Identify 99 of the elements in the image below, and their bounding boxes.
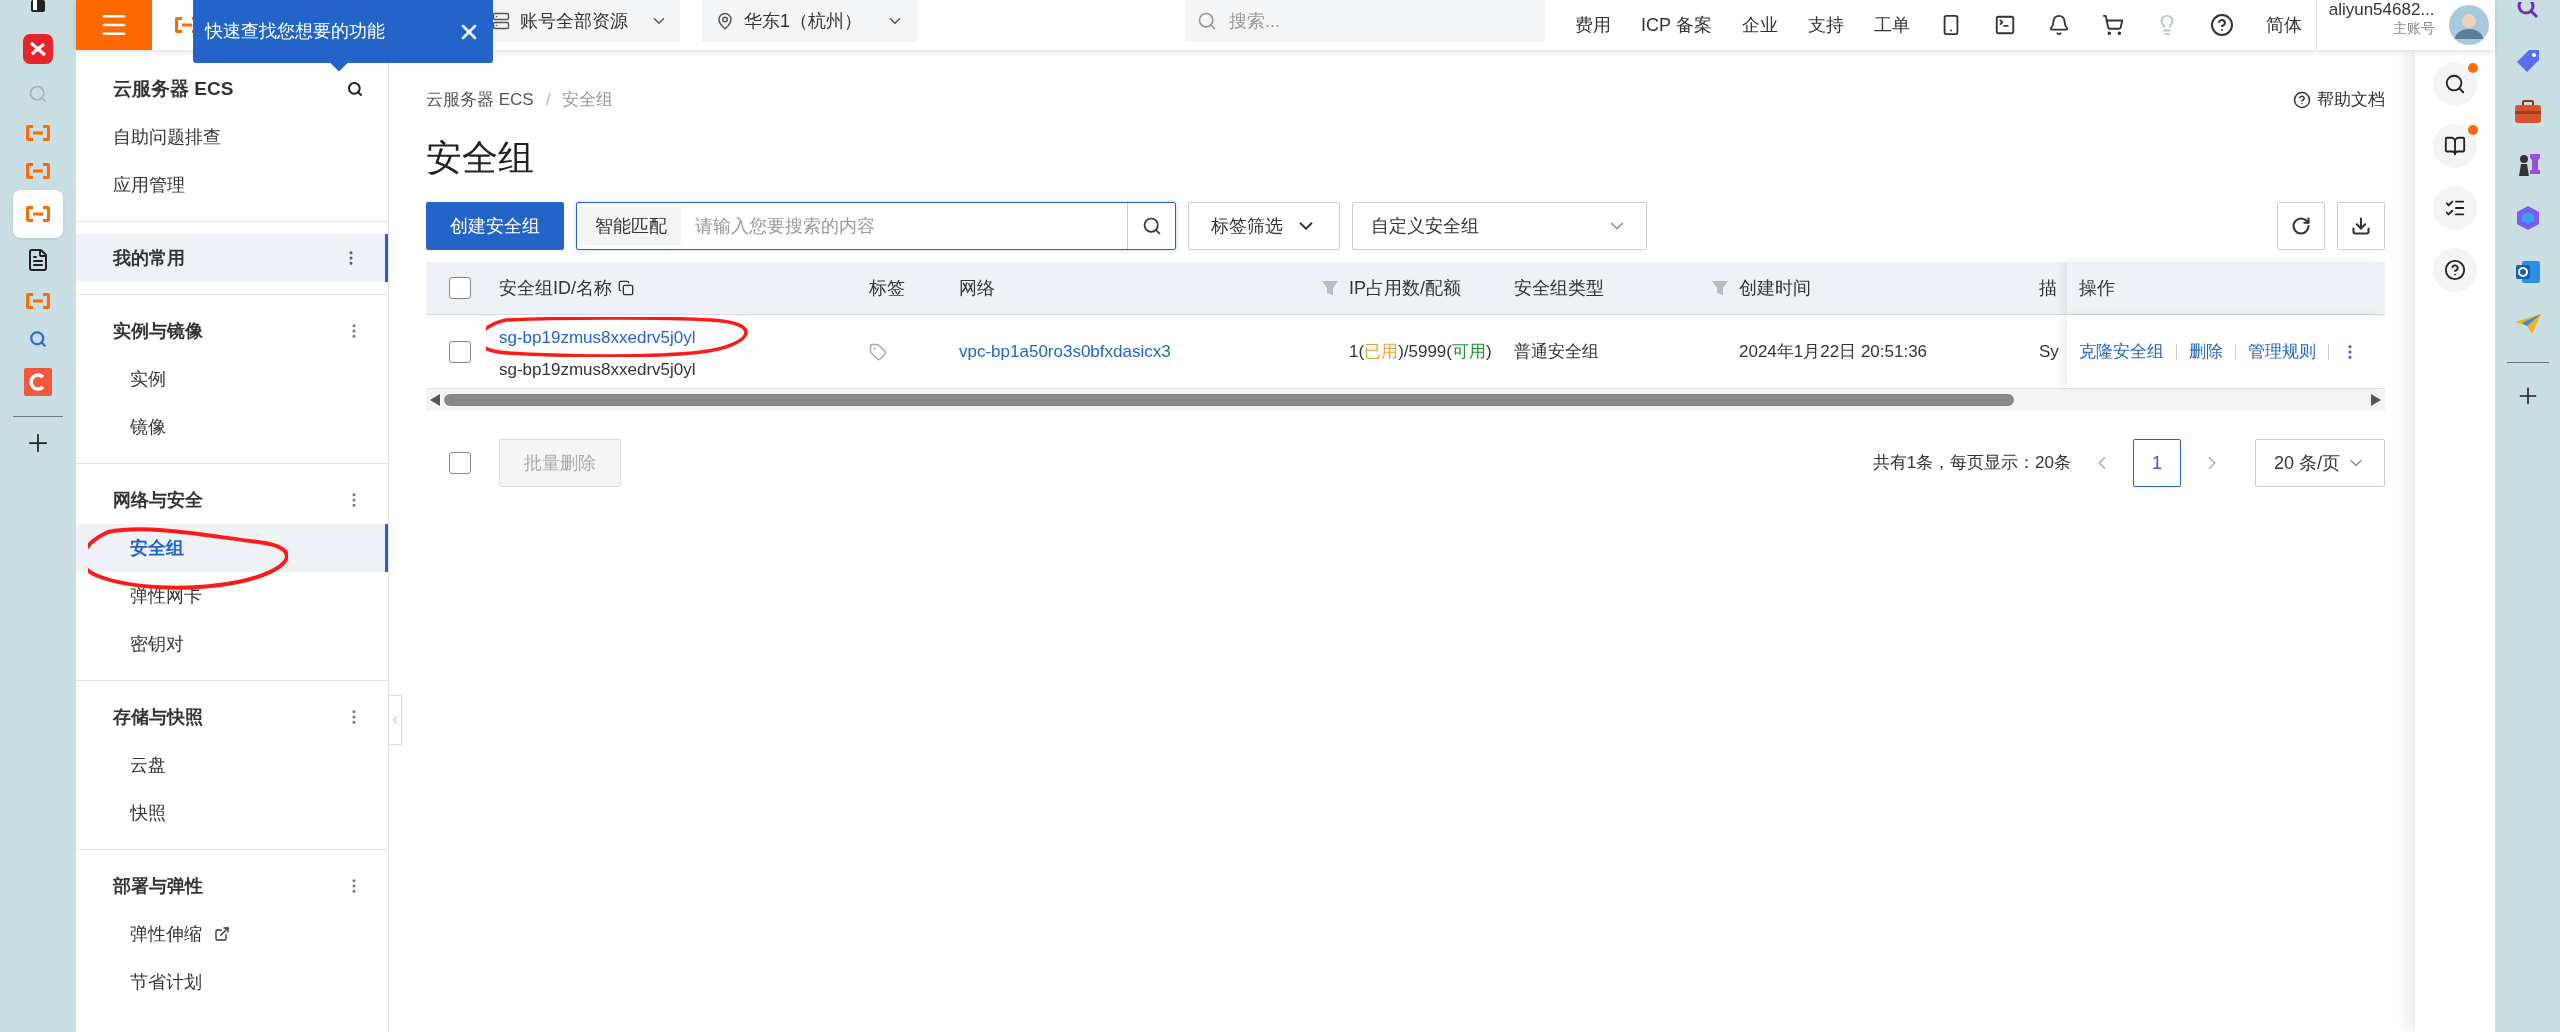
description: Sy [2039,341,2059,361]
refresh-icon [2291,216,2311,236]
breadcrumb-separator: / [545,89,551,112]
search-mode[interactable]: 智能匹配 [581,207,681,245]
sidebar-group[interactable]: 网络与安全 [76,476,388,524]
download-button[interactable] [2337,202,2385,250]
book-icon [2444,135,2466,157]
nav-link[interactable]: 支持 [1807,11,1844,39]
active-tab-card[interactable] [13,190,63,238]
help-button[interactable] [2433,248,2477,292]
help-icon[interactable] [2209,13,2234,37]
nav-link[interactable]: 企业 [1741,11,1778,39]
sidebar-item[interactable]: 安全组 [76,524,388,572]
action-link[interactable]: 管理规则 [2248,338,2316,365]
help-link[interactable]: 帮助文档 [2293,87,2385,113]
collapse-handle[interactable] [388,695,402,745]
region-selector[interactable]: 华东1（杭州） [702,0,918,42]
scrollbar-thumb[interactable] [444,394,2014,406]
checkbox[interactable] [449,277,471,299]
page-button[interactable]: 1 [2133,439,2181,487]
action-link[interactable]: 克隆安全组 [2079,338,2164,365]
ip-usage: 1(已用)/5999(可用) [1349,341,1492,361]
sidebar-item[interactable]: 镜像 [76,403,388,451]
column-header: 创建时间 [1739,276,1811,300]
tooltip-text: 快速查找您想要的功能 [205,20,385,43]
pagination-summary: 共有1条，每页显示：20条 [1872,452,2071,475]
column-header: 描 [2039,276,2057,300]
app-icon[interactable] [24,368,52,396]
nav-link[interactable]: 费用 [1575,11,1611,39]
cloud-logo-icon[interactable] [25,205,51,223]
search-icon [2444,73,2466,95]
menu-button[interactable] [76,0,152,50]
tag-icon[interactable] [869,342,887,361]
book-button[interactable] [2433,124,2477,168]
sidebar-item[interactable]: 弹性伸缩 [76,910,388,958]
language-link[interactable]: 简体 [2265,11,2302,39]
sidebar-item[interactable]: 快照 [76,789,388,837]
column-header: 标签 [869,276,905,300]
document-icon[interactable] [26,248,50,272]
column-header: 网络 [959,276,995,300]
search-icon [1197,11,1217,31]
checkbox[interactable] [449,452,471,474]
sidebar-item[interactable]: 节省计划 [76,958,388,1006]
checkbox[interactable] [449,340,471,363]
column-header: 安全组ID/名称 [499,276,612,300]
nav-link[interactable]: 工单 [1873,11,1910,39]
server-icon [492,12,510,30]
search-icon [1141,216,1162,236]
scroll-left-arrow-icon[interactable] [430,394,440,406]
mail-app-icon[interactable] [2513,258,2542,286]
help-icon [2444,259,2466,281]
column-header: IP占用数/配额 [1349,276,1461,300]
view-select[interactable]: 自定义安全组 [1352,202,1647,250]
horizontal-scrollbar[interactable] [426,389,2385,411]
page-title: 安全组 [426,136,535,180]
notebook-icon[interactable] [28,0,48,14]
sidebar-item[interactable]: 实例 [76,355,388,403]
create-button[interactable]: 创建安全组 [426,202,564,250]
sidebar-group[interactable]: 存储与快照 [76,693,388,741]
column-header: 安全组类型 [1514,276,1604,300]
sidebar-item[interactable]: 云盘 [76,741,388,789]
tag-filter-dropdown[interactable]: 标签筛选 [1188,202,1340,250]
sidebar-item[interactable]: 密钥对 [76,620,388,668]
security-group-type: 普通安全组 [1514,341,1599,361]
account-role: 主账号 [2392,19,2435,38]
toolbox-icon[interactable] [2513,100,2542,124]
network-link[interactable]: vpc-bp1a50ro3s0bfxdasicx3 [959,341,1171,361]
created-time: 2024年1月22日 20:51:36 [1739,341,1928,361]
account-name[interactable]: aliyun54682... [2328,0,2435,20]
refresh-button[interactable] [2277,202,2325,250]
help-icon [2293,91,2311,109]
avatar-icon[interactable] [2448,5,2489,45]
cart-icon[interactable] [2101,14,2124,36]
sidebar-group[interactable]: 实例与镜像 [76,307,388,355]
search-box[interactable]: 智能匹配 请输入您要搜索的内容 [576,202,1176,250]
download-icon [2351,216,2371,236]
search-field[interactable]: 搜索... [1185,0,1545,42]
location-icon [716,12,734,30]
bell-icon[interactable] [2047,14,2070,36]
copy-icon[interactable] [618,280,634,296]
action-link[interactable]: 删除 [2189,338,2223,365]
sidebar-title: 云服务器 ECS [113,76,234,101]
nav-link[interactable]: ICP 备案 [1641,11,1712,39]
search-icon[interactable] [347,81,363,97]
app-icon[interactable] [23,34,53,64]
sidebar-item[interactable]: 应用管理 [76,161,388,209]
page-size-select[interactable]: 20 条/页 [2255,439,2385,487]
column-header: 操作 [2079,276,2115,300]
sidebar-group[interactable]: 部署与弹性 [76,862,388,910]
terminal-icon[interactable] [1993,14,2016,36]
search-button[interactable] [2433,62,2477,106]
sidebar-group[interactable]: 我的常用 [76,234,388,282]
security-group-name: sg-bp19zmus8xxedrv5j0yl [499,358,696,381]
scroll-right-arrow-icon[interactable] [2371,394,2381,406]
breadcrumb-link[interactable]: 云服务器 ECS [426,87,534,113]
sidebar-item[interactable]: 自助问题排查 [76,113,388,161]
breadcrumb-current: 安全组 [562,89,614,112]
checklist-button[interactable] [2433,186,2477,230]
search-input[interactable]: 请输入您要搜索的内容 [695,212,1127,240]
